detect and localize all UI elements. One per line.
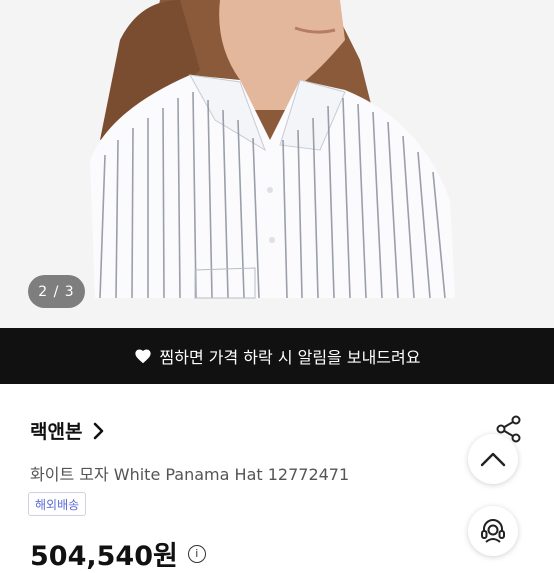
scroll-to-top-button[interactable]	[468, 434, 518, 484]
overseas-shipping-badge: 해외배송	[28, 492, 87, 516]
product-photo	[0, 0, 554, 328]
store-link[interactable]: 랙앤본	[30, 417, 104, 444]
heart-icon	[134, 349, 151, 364]
product-title: 화이트 모자 White Panama Hat 12772471	[30, 465, 350, 484]
gallery-page-indicator: 2 / 3	[28, 275, 85, 308]
chevron-up-icon	[480, 452, 506, 467]
customer-support-button[interactable]	[468, 506, 518, 556]
wishlist-banner-text: 찜하면 가격 하락 시 알림을 보내드려요	[159, 348, 421, 367]
wishlist-banner[interactable]: 찜하면 가격 하락 시 알림을 보내드려요	[0, 328, 554, 384]
chevron-right-icon	[94, 422, 104, 439]
store-name: 랙앤본	[30, 421, 83, 443]
headset-icon	[481, 519, 505, 543]
product-image-gallery[interactable]: 2 / 3	[0, 0, 554, 328]
